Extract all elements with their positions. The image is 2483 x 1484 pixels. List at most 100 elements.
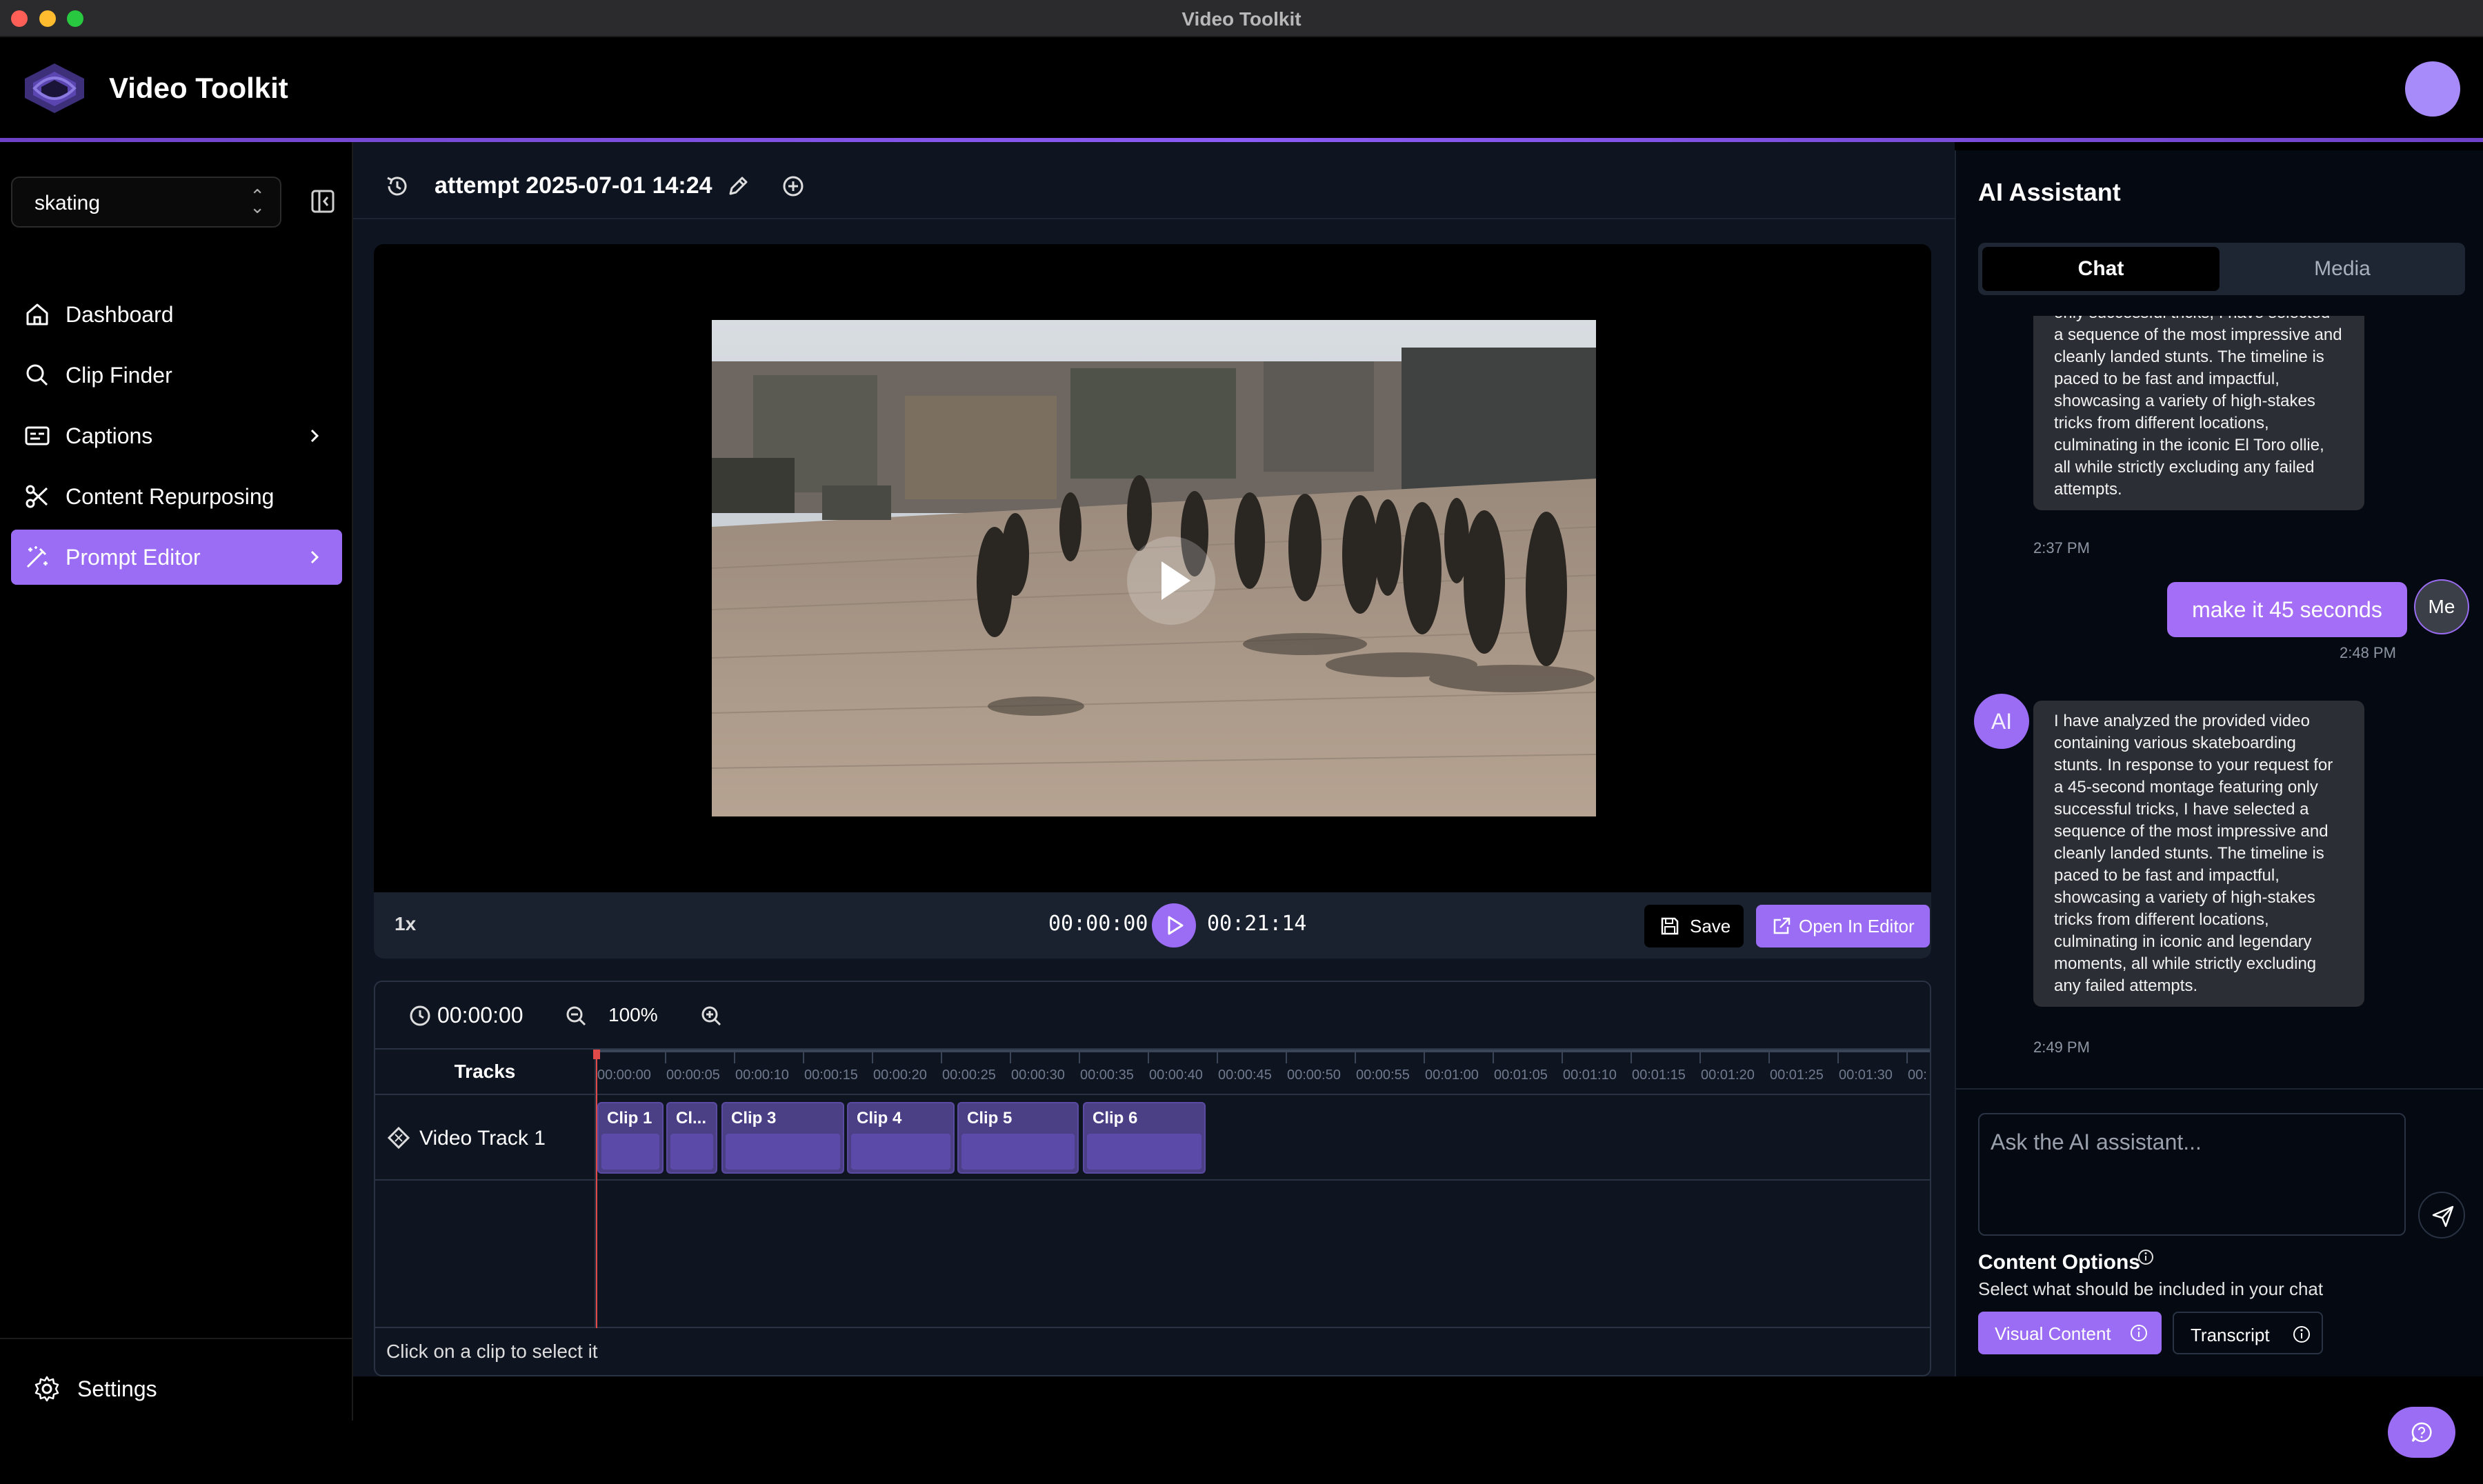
- timeline-clip[interactable]: Clip 6: [1083, 1102, 1206, 1174]
- sidebar-item-prompt-editor[interactable]: Prompt Editor: [11, 530, 342, 585]
- window-title: Video Toolkit: [1181, 8, 1302, 30]
- ruler-tick-label: 00:00:50: [1287, 1067, 1341, 1083]
- transcript-toggle[interactable]: Transcript: [2173, 1312, 2323, 1354]
- ruler-tick-label: 00:00:25: [942, 1067, 996, 1083]
- video-track-lane[interactable]: Clip 1 Cl... Clip 3 Clip 4 Clip 5 Clip 6: [596, 1095, 1930, 1181]
- sidebar-item-content-repurposing[interactable]: Content Repurposing: [11, 469, 342, 524]
- user-message: make it 45 seconds: [2167, 582, 2407, 637]
- ruler-tick: [1217, 1050, 1218, 1063]
- sidebar-collapse-icon[interactable]: [309, 188, 337, 215]
- ruler-tick-label: 00:00:30: [1011, 1067, 1065, 1083]
- timeline-clip[interactable]: Clip 3: [721, 1102, 844, 1174]
- ruler-tick-label: 00:00:45: [1218, 1067, 1272, 1083]
- sidebar-item-label: Clip Finder: [66, 363, 172, 388]
- ruler-line: [596, 1050, 1930, 1052]
- send-button[interactable]: [2418, 1192, 2465, 1239]
- ruler-tick: [1148, 1050, 1149, 1063]
- ruler-tick: [1562, 1050, 1563, 1063]
- clip-body: [726, 1134, 840, 1170]
- ruler-tick-label: 00:01:05: [1494, 1067, 1548, 1083]
- message-timestamp: 2:37 PM: [2033, 539, 2090, 556]
- info-icon: [2131, 1325, 2147, 1341]
- current-time: 00:00:00: [1048, 912, 1148, 936]
- clip-body: [670, 1134, 713, 1170]
- save-icon: [1661, 917, 1679, 935]
- sidebar-item-clip-finder[interactable]: Clip Finder: [11, 348, 342, 403]
- ruler-tick: [1699, 1050, 1701, 1063]
- timeline-clip[interactable]: Clip 4: [847, 1102, 955, 1174]
- tab-media[interactable]: Media: [2224, 247, 2461, 291]
- history-icon[interactable]: [385, 174, 410, 199]
- add-circle-icon[interactable]: [781, 174, 806, 199]
- info-icon[interactable]: [2137, 1248, 2155, 1266]
- playhead[interactable]: [596, 1050, 597, 1328]
- playback-speed[interactable]: 1x: [395, 913, 416, 935]
- home-icon: [26, 303, 48, 325]
- captions-icon: [25, 426, 50, 445]
- ruler-tick-label: 00:01:00: [1425, 1067, 1479, 1083]
- playhead-handle[interactable]: [593, 1050, 600, 1059]
- timeline-ruler[interactable]: 00:00:00 00:00:05 00:00:10 00:00:15 00:00:20…: [596, 1050, 1930, 1095]
- help-chat-button[interactable]: [2388, 1407, 2455, 1458]
- user-avatar[interactable]: [2405, 61, 2460, 117]
- chat-history[interactable]: only successful tricks, I have selected …: [1956, 316, 2483, 1090]
- ruler-tick: [734, 1050, 735, 1063]
- timeline-zoom-level: 100%: [608, 1004, 658, 1025]
- clock-icon: [410, 1005, 430, 1026]
- empty-track-area: [596, 1181, 1930, 1328]
- sidebar-item-dashboard[interactable]: Dashboard: [11, 287, 342, 342]
- ruler-tick-label: 00:00:40: [1149, 1067, 1203, 1083]
- clip-label: Clip 6: [1093, 1109, 1138, 1127]
- sidebar-item-captions[interactable]: Captions: [11, 408, 342, 463]
- chevron-up-down-icon: ⌃ ⌄: [250, 186, 265, 217]
- timeline-clip[interactable]: Cl...: [666, 1102, 717, 1174]
- ruler-tick: [1493, 1050, 1494, 1063]
- content-options-title: Content Options: [1978, 1251, 2140, 1274]
- zoom-in-icon[interactable]: [699, 1004, 723, 1027]
- play-icon: [1161, 561, 1190, 600]
- attempt-title: attempt 2025-07-01 14:24: [435, 172, 712, 199]
- ai-chat-avatar: AI: [1974, 694, 2029, 749]
- sidebar-item-settings[interactable]: Settings: [28, 1368, 235, 1410]
- timeline-clip[interactable]: Clip 1: [597, 1102, 664, 1174]
- clip-label: Clip 5: [967, 1109, 1013, 1127]
- project-select[interactable]: skating ⌃ ⌄: [11, 177, 281, 228]
- ruler-tick: [1631, 1050, 1632, 1063]
- app-name: Video Toolkit: [109, 72, 288, 104]
- open-in-editor-button[interactable]: Open In Editor: [1756, 905, 1930, 947]
- message-timestamp: 2:49 PM: [2033, 1039, 2090, 1056]
- sidebar: skating ⌃ ⌄ Dashboard Clip Finder Caption…: [0, 142, 353, 1421]
- ruler-tick-label: 00:: [1908, 1067, 1927, 1083]
- main-editor: attempt 2025-07-01 14:24 1x 00:00:00 00:…: [353, 142, 1955, 1376]
- timeline-status: Click on a clip to select it: [386, 1341, 598, 1362]
- ruler-tick: [1079, 1050, 1080, 1063]
- transcript-label: Transcript: [2191, 1325, 2270, 1345]
- sidebar-item-label: Captions: [66, 423, 153, 448]
- clip-label: Cl...: [676, 1109, 707, 1127]
- message-timestamp: 2:48 PM: [2340, 644, 2396, 661]
- editor-header: attempt 2025-07-01 14:24: [353, 150, 1955, 219]
- video-play-overlay[interactable]: [1127, 537, 1215, 625]
- save-button[interactable]: Save: [1644, 905, 1744, 947]
- tab-chat[interactable]: Chat: [1982, 247, 2220, 291]
- ruler-tick: [803, 1050, 804, 1063]
- visual-content-toggle[interactable]: Visual Content: [1978, 1312, 2162, 1354]
- edit-pencil-icon[interactable]: [726, 174, 750, 199]
- gear-icon: [34, 1376, 59, 1402]
- track-label[interactable]: Video Track 1: [375, 1095, 596, 1181]
- clip-body: [1087, 1134, 1201, 1170]
- ruler-tick-label: 00:01:10: [1563, 1067, 1617, 1083]
- clip-body: [851, 1134, 950, 1170]
- play-button[interactable]: [1152, 903, 1196, 947]
- zoom-out-icon[interactable]: [564, 1004, 588, 1027]
- ruler-tick-label: 00:00:15: [804, 1067, 858, 1083]
- window-titlebar: Video Toolkit: [0, 0, 2483, 37]
- ask-ai-input[interactable]: [1978, 1113, 2406, 1236]
- timeline-clip[interactable]: Clip 5: [957, 1102, 1079, 1174]
- ai-message: only successful tricks, I have selected …: [2033, 316, 2364, 510]
- ruler-tick-label: 00:01:25: [1770, 1067, 1824, 1083]
- ai-message: I have analyzed the provided video conta…: [2033, 701, 2364, 1007]
- ruler-tick-label: 00:00:35: [1080, 1067, 1134, 1083]
- ruler-tick-label: 00:01:15: [1632, 1067, 1686, 1083]
- ruler-tick-label: 00:00:20: [873, 1067, 927, 1083]
